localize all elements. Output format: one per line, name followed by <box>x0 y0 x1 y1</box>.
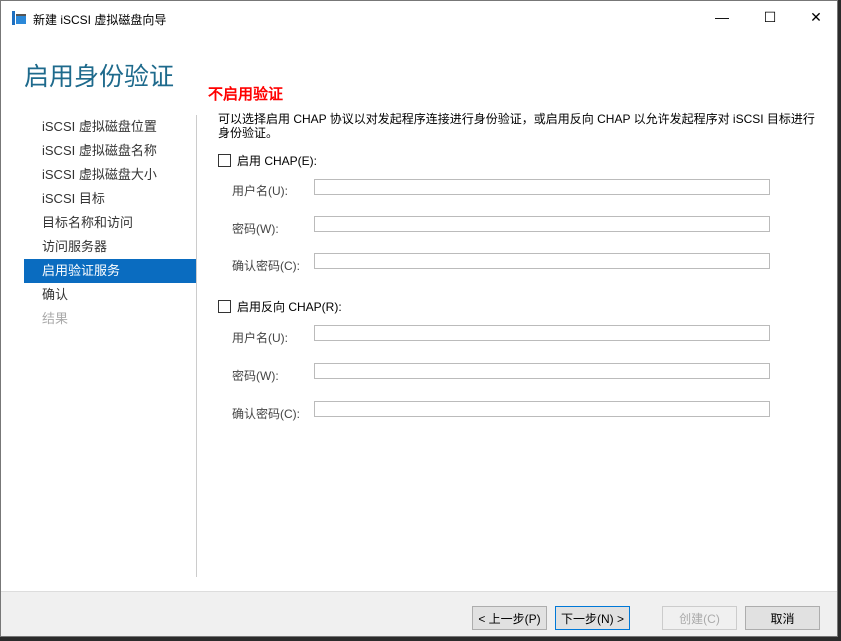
chap-confirm-input[interactable] <box>314 253 770 269</box>
chap-password-label: 密码(W): <box>232 222 279 236</box>
step-iscsi-target[interactable]: iSCSI 目标 <box>24 187 196 211</box>
create-button: 创建(C) <box>662 606 737 630</box>
checkbox-label: 启用 CHAP(E): <box>237 154 318 168</box>
chap-username-label: 用户名(U): <box>232 184 288 198</box>
page-heading: 启用身份验证 <box>24 63 175 91</box>
wizard-window: 新建 iSCSI 虚拟磁盘向导 — ☐ ✕ 启用身份验证 iSCSI 虚拟磁盘位… <box>0 0 838 637</box>
wizard-steps: iSCSI 虚拟磁盘位置 iSCSI 虚拟磁盘名称 iSCSI 虚拟磁盘大小 i… <box>24 115 196 331</box>
reverse-username-label: 用户名(U): <box>232 331 288 345</box>
window-title: 新建 iSCSI 虚拟磁盘向导 <box>33 13 167 27</box>
close-button[interactable]: ✕ <box>793 1 839 33</box>
chap-confirm-label: 确认密码(C): <box>232 259 300 273</box>
step-disk-size[interactable]: iSCSI 虚拟磁盘大小 <box>24 163 196 187</box>
step-disk-name[interactable]: iSCSI 虚拟磁盘名称 <box>24 139 196 163</box>
checkbox-box[interactable] <box>218 300 231 313</box>
next-button[interactable]: 下一步(N) > <box>555 606 630 630</box>
step-access-servers[interactable]: 访问服务器 <box>24 235 196 259</box>
reverse-confirm-input[interactable] <box>314 401 770 417</box>
reverse-password-label: 密码(W): <box>232 369 279 383</box>
description: 可以选择启用 CHAP 协议以对发起程序连接进行身份验证，或启用反向 CHAP … <box>218 112 815 140</box>
maximize-button[interactable]: ☐ <box>747 1 793 33</box>
checkbox-label: 启用反向 CHAP(R): <box>237 300 342 314</box>
title-bar: 新建 iSCSI 虚拟磁盘向导 — ☐ ✕ <box>1 1 837 35</box>
checkbox-box[interactable] <box>218 154 231 167</box>
section-title: 不启用验证 <box>208 86 284 103</box>
enable-reverse-chap-checkbox[interactable]: 启用反向 CHAP(R): <box>218 298 342 315</box>
step-confirm[interactable]: 确认 <box>24 283 196 307</box>
step-disk-location[interactable]: iSCSI 虚拟磁盘位置 <box>24 115 196 139</box>
enable-chap-checkbox[interactable]: 启用 CHAP(E): <box>218 152 317 169</box>
reverse-confirm-label: 确认密码(C): <box>232 407 300 421</box>
step-results: 结果 <box>42 311 69 326</box>
wizard-footer: < 上一步(P) 下一步(N) > 创建(C) 取消 <box>1 591 837 636</box>
divider <box>196 115 197 577</box>
minimize-button[interactable]: — <box>699 1 745 33</box>
chap-username-input[interactable] <box>314 179 770 195</box>
cancel-button[interactable]: 取消 <box>745 606 820 630</box>
reverse-password-input[interactable] <box>314 363 770 379</box>
server-manager-icon <box>12 11 26 25</box>
chap-password-input[interactable] <box>314 216 770 232</box>
step-enable-auth[interactable]: 启用验证服务 <box>24 259 196 283</box>
previous-button[interactable]: < 上一步(P) <box>472 606 547 630</box>
step-target-name[interactable]: 目标名称和访问 <box>24 211 196 235</box>
reverse-username-input[interactable] <box>314 325 770 341</box>
